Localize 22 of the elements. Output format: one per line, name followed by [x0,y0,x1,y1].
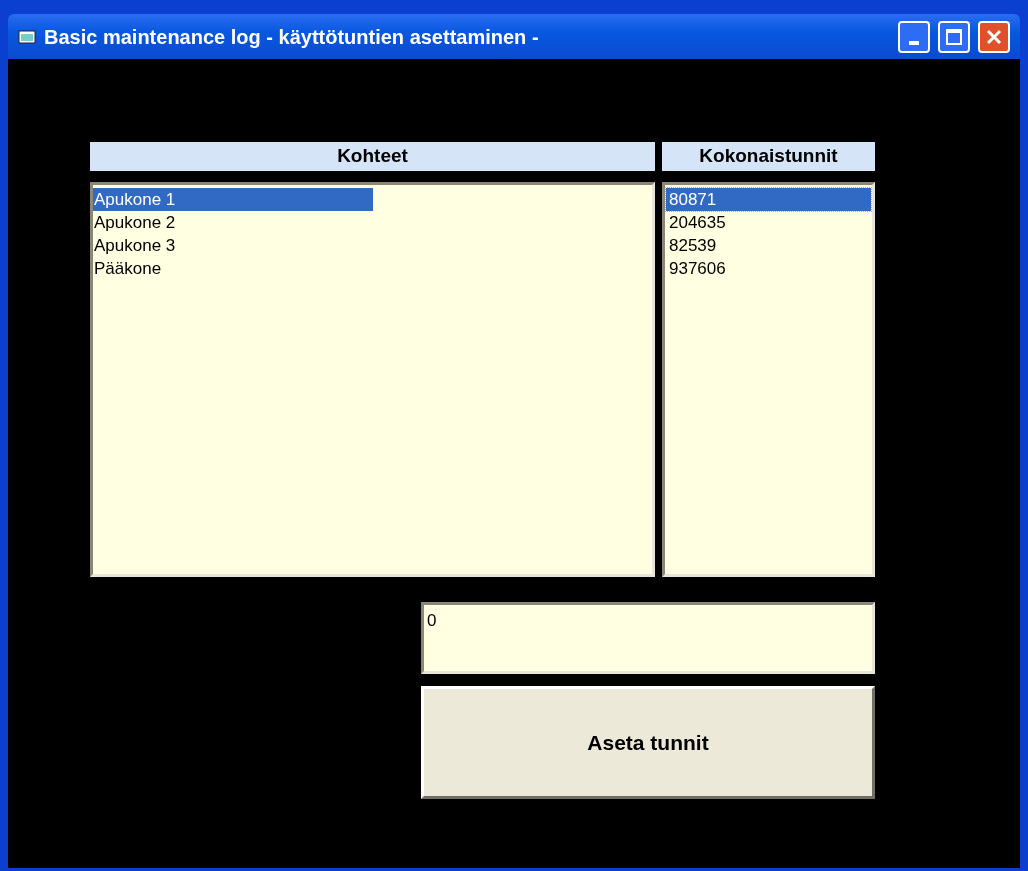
close-icon [986,28,1002,45]
close-button[interactable] [978,20,1010,53]
hours-input[interactable]: 0 [421,602,875,674]
hours-list[interactable]: 80871 204635 82539 937606 [662,182,875,577]
minimize-icon [909,40,919,45]
minimize-button[interactable] [898,20,930,53]
set-hours-button[interactable]: Aseta tunnit [421,686,875,799]
maximize-button[interactable] [938,20,970,53]
list-item[interactable]: Apukone 2 [93,211,373,234]
list-item[interactable]: 937606 [666,257,871,280]
maximize-icon [946,28,962,45]
list-item[interactable]: 80871 [666,188,871,211]
list-item[interactable]: Pääkone [93,257,373,280]
window-icon [18,29,36,44]
list-item[interactable]: Apukone 1 [93,188,373,211]
list-item[interactable]: Apukone 3 [93,234,373,257]
column-header: Kokonaistunnit [662,142,875,171]
column-header: Kohteet [90,142,655,171]
item-list[interactable]: Apukone 1 Apukone 2 Apukone 3 Pääkone [90,182,655,577]
list-item[interactable]: 204635 [666,211,871,234]
window-title: Basic maintenance log - käyttötuntien asettaminen - [44,24,540,50]
list-item[interactable]: 82539 [666,234,871,257]
